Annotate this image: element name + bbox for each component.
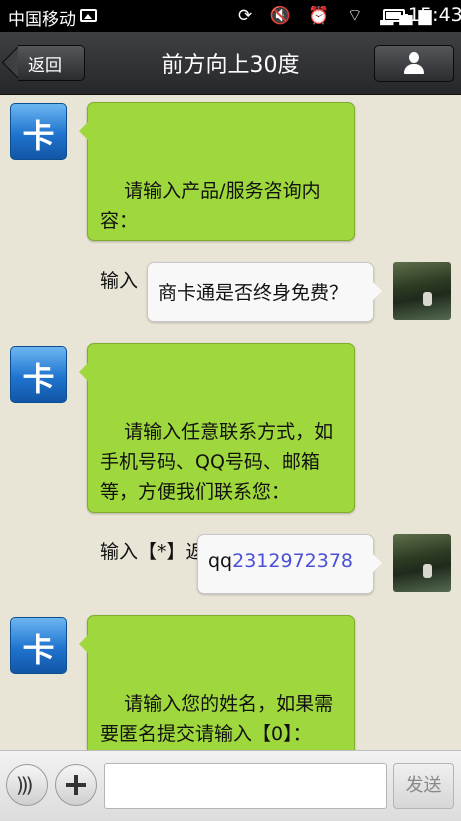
- bot-avatar[interactable]: 卡: [10, 346, 67, 403]
- clock: 15:43: [408, 4, 461, 26]
- qq-number-link[interactable]: 2312972378: [232, 550, 353, 572]
- bot-avatar-logo: 卡: [22, 117, 55, 155]
- user-message-bubble[interactable]: qq2312972378: [197, 534, 382, 594]
- bot-avatar[interactable]: 卡: [10, 103, 67, 160]
- message-text: 商卡通是否终身免费？: [158, 282, 349, 304]
- input-bar: ))) 发送: [0, 750, 461, 821]
- carrier-label: 中国移动: [8, 10, 76, 30]
- bot-message-bubble[interactable]: 请输入产品/服务咨询内 容： 输入【*】返回主菜单！: [79, 102, 355, 292]
- message-text: 请输入您的姓名，如果需 要匿名提交请输入【0】： 输入【*】返回主菜单！: [100, 693, 334, 745]
- title-bar: 返回 前方向上30度: [0, 32, 461, 95]
- bot-message-bubble[interactable]: 请输入任意联系方式，如 手机号码、QQ号码、邮箱 等，方便我们联系您： 输入【*…: [79, 343, 355, 563]
- bot-message-bubble[interactable]: 请输入您的姓名，如果需 要匿名提交请输入【0】： 输入【*】返回主菜单！: [79, 615, 355, 750]
- user-avatar[interactable]: [393, 534, 451, 592]
- status-bar: 中国移动 ⟳ 🔇 ⏰ ⌔ ▂▄▆ 15:43: [0, 0, 461, 32]
- user-message-bubble[interactable]: 商卡通是否终身免费？: [147, 262, 382, 322]
- back-button[interactable]: 返回: [1, 44, 85, 81]
- bot-avatar[interactable]: 卡: [10, 617, 67, 674]
- user-avatar[interactable]: [393, 262, 451, 320]
- message-text-prefix: qq: [208, 550, 233, 572]
- message-input[interactable]: [104, 763, 387, 809]
- voice-button[interactable]: ))): [6, 764, 48, 806]
- profile-button[interactable]: [374, 45, 454, 82]
- back-button-label: 返回: [28, 56, 62, 76]
- bot-avatar-logo: 卡: [22, 631, 55, 669]
- chat-title: 前方向上30度: [161, 53, 300, 78]
- chat-area[interactable]: 卡 请输入产品/服务咨询内 容： 输入【*】返回主菜单！ 商卡通是否终身免费？ …: [0, 95, 461, 750]
- battery-icon: [383, 9, 408, 22]
- image-notification-icon: [80, 9, 97, 22]
- add-button[interactable]: [55, 764, 97, 806]
- bot-avatar-logo: 卡: [22, 360, 55, 398]
- person-icon: [403, 52, 425, 74]
- send-button[interactable]: 发送: [393, 763, 454, 809]
- voice-icon: ))): [16, 773, 34, 797]
